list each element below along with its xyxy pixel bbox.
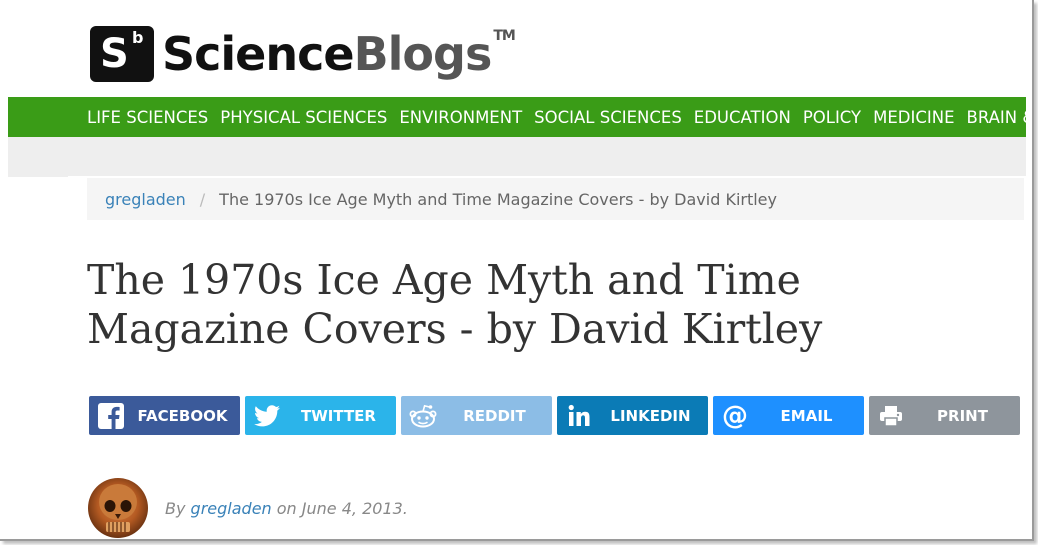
share-twitter-button[interactable]: TWITTER — [245, 396, 396, 435]
logo-badge-letter: S — [100, 31, 129, 77]
page-title-line1: The 1970s Ice Age Myth and Time — [87, 256, 801, 304]
share-print-button[interactable]: PRINT — [869, 396, 1020, 435]
share-email-label: EMAIL — [780, 407, 833, 425]
share-facebook-button[interactable]: FACEBOOK — [89, 396, 240, 435]
logo-word-science: Science — [162, 27, 355, 81]
byline-date: June 4, 2013. — [301, 499, 408, 518]
share-facebook-label: FACEBOOK — [137, 407, 228, 425]
nav-item-environment[interactable]: ENVIRONMENT — [399, 108, 522, 127]
byline: By gregladen on June 4, 2013. — [165, 499, 408, 518]
nav-item-policy[interactable]: POLICY — [803, 108, 861, 127]
logo-wordmark: Science Blogs TM — [162, 26, 516, 82]
nav-item-education[interactable]: EDUCATION — [694, 108, 791, 127]
breadcrumb-current: The 1970s Ice Age Myth and Time Magazine… — [219, 189, 777, 209]
page-title-line2: Magazine Covers - by David Kirtley — [87, 305, 823, 353]
byline-on: on — [276, 499, 297, 518]
main-nav: LIFE SCIENCES PHYSICAL SCIENCES ENVIRONM… — [8, 97, 1026, 137]
share-linkedin-button[interactable]: LINKEDIN — [557, 396, 708, 435]
share-linkedin-label: LINKEDIN — [610, 407, 691, 425]
share-bar: FACEBOOK TWITTER REDDIT LINKEDIN @ EMAIL — [89, 396, 1025, 435]
share-twitter-label: TWITTER — [301, 407, 376, 425]
share-reddit-label: REDDIT — [463, 407, 526, 425]
breadcrumb: gregladen / The 1970s Ice Age Myth and T… — [87, 178, 1024, 220]
logo-badge-sup: b — [132, 28, 144, 47]
logo-badge: S b — [90, 26, 154, 82]
logo-trademark: TM — [493, 28, 516, 44]
scienceblogs-logo[interactable]: S b Science Blogs TM — [90, 26, 516, 82]
nav-item-life-sciences[interactable]: LIFE SCIENCES — [87, 108, 208, 127]
nav-item-medicine[interactable]: MEDICINE — [873, 108, 954, 127]
byline-prefix: By — [165, 499, 186, 518]
byline-author-link[interactable]: gregladen — [191, 499, 272, 518]
content-area — [68, 176, 1026, 539]
nav-item-brain[interactable]: BRAIN & — [967, 108, 1026, 127]
share-email-button[interactable]: @ EMAIL — [713, 396, 864, 435]
nav-item-physical-sciences[interactable]: PHYSICAL SCIENCES — [220, 108, 387, 127]
nav-item-social-sciences[interactable]: SOCIAL SCIENCES — [534, 108, 682, 127]
skull-image — [99, 484, 137, 532]
nav-underband — [8, 137, 1026, 177]
page-frame: S b Science Blogs TM LIFE SCIENCES PHYSI… — [0, 0, 1034, 541]
breadcrumb-separator: / — [199, 189, 206, 209]
breadcrumb-link-gregladen[interactable]: gregladen — [105, 190, 186, 209]
share-print-label: PRINT — [937, 407, 988, 425]
page-title: The 1970s Ice Age Myth and Time Magazine… — [87, 256, 987, 354]
logo-word-blogs: Blogs — [353, 27, 493, 81]
share-reddit-button[interactable]: REDDIT — [401, 396, 552, 435]
author-avatar[interactable] — [88, 478, 148, 538]
